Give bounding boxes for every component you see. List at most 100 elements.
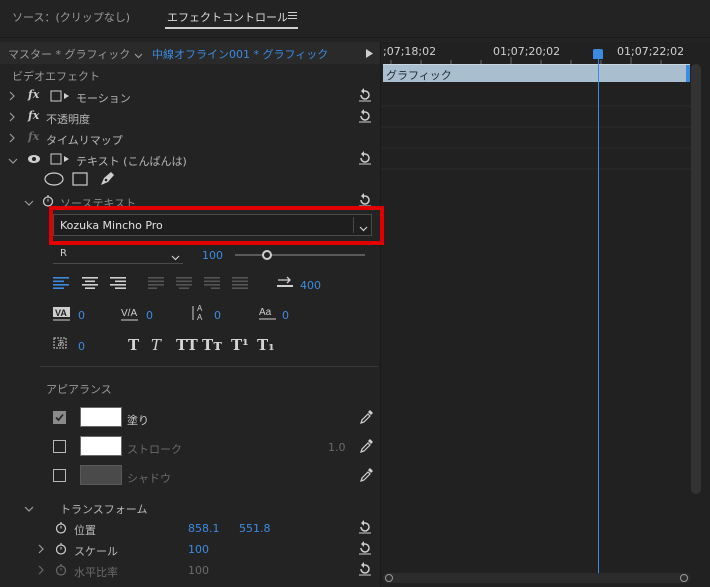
vertical-scrollbar[interactable] [691, 64, 701, 494]
twirl-right-icon[interactable] [8, 133, 18, 143]
reset-icon[interactable] [358, 193, 372, 207]
playhead-line[interactable] [598, 59, 599, 576]
twirl-right-icon[interactable] [37, 565, 47, 575]
tracking-va-icon[interactable]: V/A [120, 306, 140, 325]
playhead-marker[interactable] [593, 49, 603, 59]
leading-icon[interactable]: AA [190, 304, 210, 325]
align-center-icon[interactable] [82, 277, 98, 292]
fx-badge[interactable]: fx [28, 88, 39, 101]
hamburger-icon[interactable] [288, 10, 297, 19]
twirl-right-icon[interactable] [8, 91, 18, 101]
twirl-right-icon[interactable] [37, 544, 47, 554]
tab-effect-controls[interactable]: エフェクトコントロール [167, 9, 288, 25]
ellipse-mask-icon[interactable] [44, 172, 64, 189]
font-dropdown[interactable]: Kozuka Mincho Pro [53, 214, 372, 236]
scale-value[interactable]: 100 [188, 543, 209, 556]
slider-thumb[interactable] [262, 250, 272, 260]
faux-italic-button[interactable]: T [151, 336, 161, 354]
font-size-slider[interactable] [235, 250, 365, 260]
shadow-label: シャドウ [127, 472, 171, 485]
reset-icon[interactable] [358, 520, 372, 534]
fx-badge: fx [28, 130, 40, 143]
horizontal-scrollbar[interactable] [383, 573, 690, 583]
clip-end-handle[interactable] [686, 65, 690, 82]
position-y-value[interactable]: 551.8 [239, 522, 271, 535]
effect-row-motion[interactable]: fx モーション [0, 86, 380, 107]
effect-label: テキスト (こんばんは) [76, 155, 187, 168]
tab-source[interactable]: ソース：(クリップなし) [12, 9, 130, 25]
chevron-down-icon[interactable] [359, 222, 368, 235]
reset-icon[interactable] [358, 151, 372, 165]
kerning-icon[interactable]: VA [52, 306, 72, 325]
effect-row-time-remap[interactable]: fx タイムリマップ [0, 128, 380, 149]
leading-value[interactable]: 0 [214, 309, 221, 322]
clip-bar[interactable]: グラフィック [383, 64, 690, 82]
stopwatch-icon[interactable] [55, 542, 67, 558]
scroll-handle-left[interactable] [385, 574, 393, 582]
reset-icon[interactable] [358, 541, 372, 555]
twirl-down-icon[interactable] [24, 503, 34, 513]
svg-text:V/A: V/A [121, 308, 137, 319]
align-right-icon[interactable] [110, 277, 126, 292]
effect-label: タイムリマップ [46, 134, 123, 147]
tab-bar: ソース：(クリップなし) エフェクトコントロール [0, 0, 710, 38]
stroke-color-swatch[interactable] [80, 436, 122, 456]
baseline-shift-value[interactable]: 0 [282, 309, 289, 322]
stopwatch-icon[interactable] [55, 563, 67, 579]
shadow-checkbox[interactable] [53, 469, 66, 482]
eye-icon[interactable] [27, 154, 41, 167]
stroke-width-value[interactable]: 1.0 [328, 441, 346, 454]
font-style-dropdown[interactable]: R [53, 246, 183, 264]
scroll-handle-right[interactable] [680, 574, 688, 582]
subscript-button[interactable]: T₁ [257, 336, 275, 354]
rectangle-mask-icon[interactable] [72, 172, 88, 189]
tracking-icon[interactable] [276, 276, 294, 293]
twirl-down-icon[interactable] [8, 155, 18, 165]
position-x-value[interactable]: 858.1 [188, 522, 220, 535]
pen-mask-icon[interactable] [98, 170, 116, 191]
fx-badge[interactable]: fx [28, 109, 39, 122]
reset-icon[interactable] [358, 562, 372, 576]
effect-row-text[interactable]: テキスト (こんばんは) [0, 149, 380, 170]
play-arrow-icon[interactable] [366, 48, 373, 61]
kerning-value[interactable]: 0 [78, 309, 85, 322]
twirl-right-icon[interactable] [8, 112, 18, 122]
tsume-icon[interactable]: あ [52, 336, 70, 355]
reset-icon[interactable] [358, 109, 372, 123]
all-caps-button[interactable]: TT [176, 336, 198, 354]
time-ruler[interactable]: ;07;18;02 01;07;20;02 01;07;22;02 [381, 42, 710, 64]
sequence-dropdown-chevron-icon[interactable] [134, 49, 143, 62]
eyedropper-icon[interactable] [359, 409, 373, 428]
shadow-color-swatch[interactable] [80, 465, 122, 485]
fill-color-swatch[interactable] [80, 407, 122, 427]
align-left-icon[interactable] [53, 277, 69, 292]
position-row[interactable]: 位置 858.1 551.8 [0, 518, 380, 539]
timeline-panel[interactable]: ;07;18;02 01;07;20;02 01;07;22;02 グラフィック [380, 42, 710, 587]
font-size-value[interactable]: 100 [202, 249, 223, 262]
master-clip-label[interactable]: マスター * グラフィック [8, 46, 130, 62]
eyedropper-icon[interactable] [359, 438, 373, 457]
twirl-down-icon[interactable] [24, 197, 34, 207]
small-caps-button[interactable]: Tт [202, 336, 222, 354]
horizontal-scale-row[interactable]: 水平比率 100 [0, 560, 380, 581]
fill-checkbox[interactable] [53, 411, 66, 424]
chevron-down-icon[interactable] [171, 251, 180, 264]
clip-header: マスター * グラフィック 中線オフライン001 * グラフィック [0, 42, 380, 64]
tracking-value[interactable]: 400 [300, 279, 321, 292]
effect-row-opacity[interactable]: fx 不透明度 [0, 107, 380, 128]
transform-box-icon[interactable] [50, 90, 70, 105]
eyedropper-icon[interactable] [359, 467, 373, 486]
transform-row[interactable]: トランスフォーム [0, 498, 380, 518]
superscript-button[interactable]: T¹ [231, 336, 249, 354]
transform-box-icon[interactable] [50, 153, 70, 168]
sequence-clip-label[interactable]: 中線オフライン001 * グラフィック [152, 46, 328, 62]
scale-row[interactable]: スケール 100 [0, 539, 380, 560]
horizontal-scale-value[interactable]: 100 [188, 564, 209, 577]
tracking-va-value[interactable]: 0 [146, 309, 153, 322]
stroke-checkbox[interactable] [53, 440, 66, 453]
faux-bold-button[interactable]: T [128, 336, 139, 354]
reset-icon[interactable] [358, 88, 372, 102]
stopwatch-icon[interactable] [55, 521, 67, 537]
tsume-value[interactable]: 0 [78, 340, 85, 353]
baseline-shift-icon[interactable]: Aa [258, 304, 278, 325]
